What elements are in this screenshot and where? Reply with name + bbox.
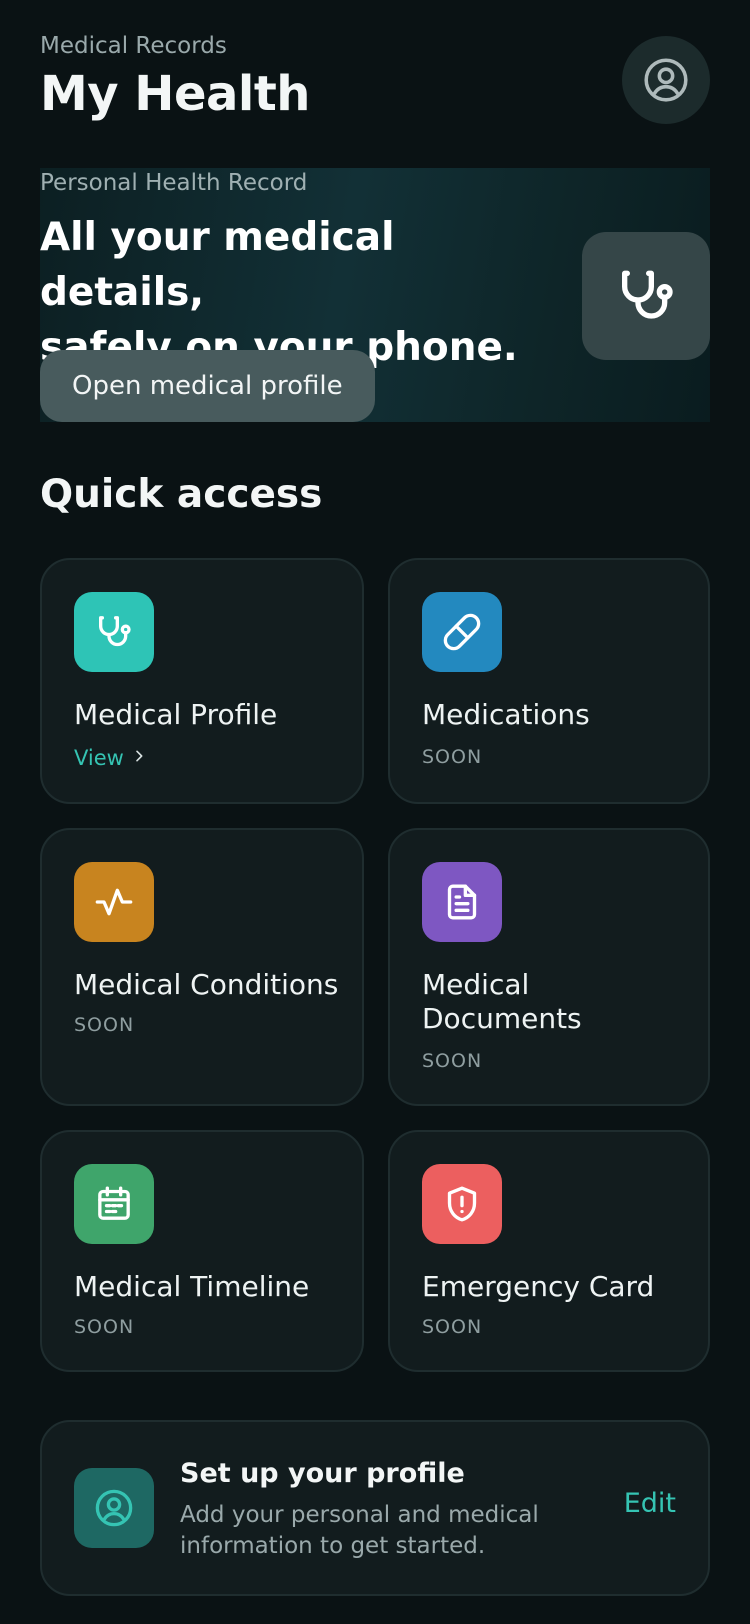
status-badge: SOON — [74, 1316, 135, 1338]
status-badge: SOON — [422, 746, 483, 768]
section-title-quick-access: Quick access — [40, 472, 323, 517]
view-link[interactable]: View — [74, 746, 147, 770]
card-title: Medical Profile — [74, 698, 278, 731]
card-medical-documents[interactable]: Medical Documents SOON — [388, 828, 710, 1106]
card-icon-tile — [74, 862, 154, 942]
setup-title: Set up your profile — [180, 1458, 465, 1489]
card-icon-tile — [74, 592, 154, 672]
page-title: My Health — [40, 66, 310, 122]
card-title: Emergency Card — [422, 1270, 655, 1303]
page-subtitle: Medical Records — [40, 33, 227, 59]
status-badge: SOON — [422, 1050, 483, 1072]
card-icon-tile — [422, 1164, 502, 1244]
pulse-icon — [95, 888, 133, 916]
card-medications[interactable]: Medications SOON — [388, 558, 710, 804]
chevron-right-icon — [135, 750, 142, 762]
status-badge: SOON — [422, 1316, 483, 1338]
card-medical-profile[interactable]: Medical Profile View — [40, 558, 364, 804]
calendar-icon — [98, 1186, 130, 1220]
card-icon-tile — [422, 862, 502, 942]
view-link-label: View — [74, 746, 124, 770]
setup-profile-card[interactable]: Set up your profile Add your personal an… — [40, 1420, 710, 1596]
shield-alert-icon — [447, 1186, 477, 1222]
my-health-screen: Medical Records My Health Personal Healt… — [0, 0, 750, 1624]
card-title: Medical Conditions — [74, 968, 339, 1001]
edit-button[interactable]: Edit — [624, 1488, 676, 1519]
status-badge: SOON — [74, 1014, 135, 1036]
user-circle-icon — [95, 1489, 133, 1527]
card-title: Medical Timeline — [74, 1270, 310, 1303]
card-emergency-card[interactable]: Emergency Card SOON — [388, 1130, 710, 1372]
stethoscope-icon — [99, 616, 131, 647]
hero-icon-tile — [582, 232, 710, 360]
hero-banner: Personal Health Record All your medical … — [40, 168, 710, 422]
user-circle-icon — [644, 58, 688, 102]
open-medical-profile-button[interactable]: Open medical profile — [40, 350, 375, 422]
profile-button[interactable] — [622, 36, 710, 124]
stethoscope-icon — [622, 270, 673, 319]
card-medical-timeline[interactable]: Medical Timeline SOON — [40, 1130, 364, 1372]
document-icon — [447, 884, 477, 920]
card-title: Medications — [422, 698, 590, 731]
pill-icon — [443, 613, 481, 651]
hero-eyebrow: Personal Health Record — [40, 170, 308, 196]
card-icon-tile — [422, 592, 502, 672]
setup-description: Add your personal and medical informatio… — [180, 1502, 539, 1559]
card-title: Medical Documents — [422, 968, 582, 1035]
setup-icon-tile — [74, 1468, 154, 1548]
card-medical-conditions[interactable]: Medical Conditions SOON — [40, 828, 364, 1106]
card-icon-tile — [74, 1164, 154, 1244]
